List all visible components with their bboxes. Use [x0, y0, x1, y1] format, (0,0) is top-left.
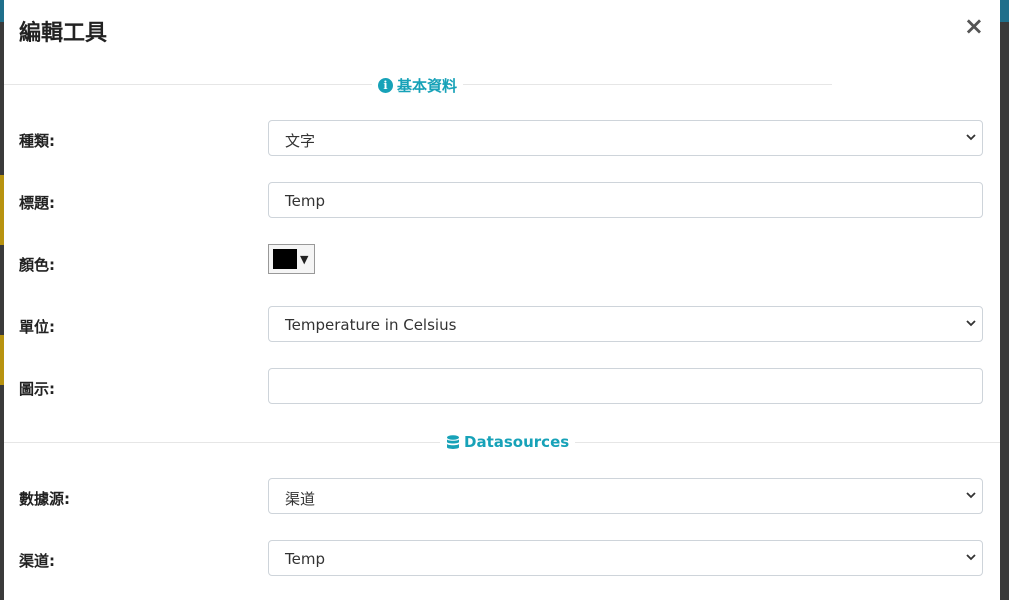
- section-datasources-label: Datasources: [464, 433, 570, 451]
- section-basic-header: i 基本資料: [4, 75, 1000, 96]
- chevron-down-icon: [966, 492, 976, 499]
- color-picker[interactable]: ▼: [268, 244, 315, 274]
- title-input-value: Temp: [285, 192, 325, 210]
- field-row-channel: 渠道: Temp: [4, 540, 1000, 578]
- datasource-select-value: 渠道: [285, 490, 316, 508]
- unit-select-value: Temperature in Celsius: [285, 316, 457, 334]
- unit-select[interactable]: Temperature in Celsius: [268, 306, 983, 342]
- channel-label: 渠道:: [19, 552, 55, 570]
- color-label: 顏色:: [19, 256, 55, 274]
- section-datasources-title: Datasources: [440, 433, 576, 451]
- field-row-title: 標題: Temp: [4, 182, 1000, 220]
- channel-select[interactable]: Temp: [268, 540, 983, 576]
- type-select-value: 文字: [285, 132, 316, 150]
- type-select[interactable]: 文字: [268, 120, 983, 156]
- icon-input[interactable]: [268, 368, 983, 404]
- title-input[interactable]: Temp: [268, 182, 983, 218]
- database-icon: [447, 434, 459, 449]
- title-label: 標題:: [19, 194, 55, 212]
- field-row-type: 種類: 文字: [4, 120, 1000, 158]
- section-basic-title: i 基本資料: [372, 75, 464, 96]
- color-swatch: [273, 249, 297, 269]
- datasource-label: 數據源:: [19, 490, 70, 508]
- edit-widget-modal: 編輯工具 × i 基本資料 種類: 文字 標題: Temp 顏色: ▼ 單位:: [4, 0, 1000, 600]
- type-label: 種類:: [19, 132, 55, 150]
- icon-label: 圖示:: [19, 380, 55, 398]
- unit-label: 單位:: [19, 318, 55, 336]
- chevron-down-icon: [966, 320, 976, 327]
- close-button[interactable]: ×: [964, 12, 984, 40]
- field-row-datasource: 數據源: 渠道: [4, 478, 1000, 516]
- datasource-select[interactable]: 渠道: [268, 478, 983, 514]
- section-basic-label: 基本資料: [397, 77, 458, 95]
- field-row-unit: 單位: Temperature in Celsius: [4, 306, 1000, 344]
- chevron-down-icon: [966, 134, 976, 141]
- chevron-down-icon: [966, 554, 976, 561]
- channel-select-value: Temp: [285, 550, 325, 568]
- section-datasources-header: Datasources: [4, 433, 1000, 453]
- info-circle-icon: i: [378, 78, 393, 93]
- modal-title: 編輯工具: [19, 21, 108, 46]
- field-row-icon: 圖示:: [4, 368, 1000, 406]
- caret-down-icon: ▼: [300, 252, 309, 266]
- field-row-color: 顏色: ▼: [4, 244, 1000, 282]
